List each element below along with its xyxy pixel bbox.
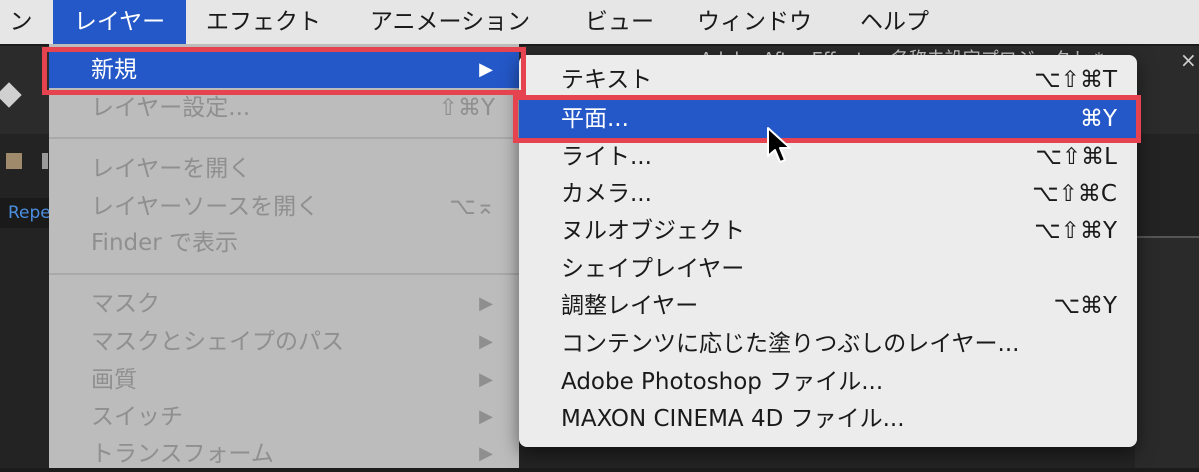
- menubar-item-view[interactable]: ビュー: [585, 0, 665, 44]
- menu-item-layer-settings[interactable]: レイヤー設定... ⇧⌘Y: [49, 90, 519, 126]
- submenu-item-label: 調整レイヤー: [561, 293, 699, 319]
- menu-bar: ン レイヤー エフェクト アニメーション ビュー ウィンドウ ヘルプ: [0, 0, 1199, 44]
- submenu-arrow-icon: ▶: [479, 293, 493, 314]
- menu-item-label: レイヤー設定...: [91, 95, 251, 121]
- menu-item-label: スイッチ: [91, 404, 183, 430]
- menubar-item-help[interactable]: ヘルプ: [860, 0, 945, 44]
- menu-item-label: レイヤーを開く: [91, 156, 252, 182]
- menubar-item-composition[interactable]: ン: [0, 0, 42, 44]
- submenu-item-shortcut: ⌥⇧⌘T: [1034, 67, 1117, 93]
- menu-item-mask-and-shape-path[interactable]: マスクとシェイプのパス ▶: [49, 324, 519, 360]
- menubar-item-effect[interactable]: エフェクト: [206, 0, 336, 44]
- submenu-item-label: ライト...: [561, 144, 652, 170]
- menu-item-transform[interactable]: トランスフォーム ▶: [49, 436, 519, 472]
- menubar-item-window[interactable]: ウィンドウ: [697, 0, 827, 44]
- submenu-arrow-icon: ▶: [479, 369, 493, 390]
- menu-item-open-layer-source[interactable]: レイヤーソースを開く ⌥⌅: [49, 189, 519, 225]
- highlight-frame-new: [42, 47, 526, 95]
- submenu-item-shortcut: ⌥⇧⌘C: [1032, 181, 1117, 207]
- menubar-item-layer[interactable]: レイヤー: [53, 0, 186, 44]
- submenu-item-photoshop-file[interactable]: Adobe Photoshop ファイル...: [519, 363, 1137, 401]
- submenu-item-camera[interactable]: カメラ... ⌥⇧⌘C: [519, 175, 1137, 213]
- submenu-item-label: MAXON CINEMA 4D ファイル...: [561, 406, 905, 432]
- close-icon[interactable]: ×: [1180, 48, 1197, 72]
- menu-item-open-layer[interactable]: レイヤーを開く: [49, 151, 519, 187]
- arrow-cursor-icon: [767, 127, 791, 163]
- panel-tab[interactable]: Repe: [0, 198, 56, 228]
- menu-item-reveal-in-finder[interactable]: Finder で表示: [49, 225, 519, 261]
- submenu-item-label: カメラ...: [561, 181, 652, 207]
- menu-item-switches[interactable]: スイッチ ▶: [49, 399, 519, 435]
- menubar-item-animation[interactable]: アニメーション: [370, 0, 555, 44]
- menu-item-mask[interactable]: マスク ▶: [49, 286, 519, 322]
- submenu-item-label: ヌルオブジェクト: [561, 218, 745, 244]
- side-panel: [1135, 238, 1199, 468]
- submenu-item-label: コンテンツに応じた塗りつぶしのレイヤー...: [561, 331, 1020, 357]
- label-color-swatch: [6, 153, 22, 169]
- highlight-frame-solid: [513, 95, 1141, 143]
- submenu-item-label: テキスト: [561, 67, 653, 93]
- submenu-arrow-icon: ▶: [479, 443, 493, 464]
- lock-icon: [42, 153, 48, 169]
- menu-item-quality[interactable]: 画質 ▶: [49, 362, 519, 398]
- submenu-item-label: Adobe Photoshop ファイル...: [561, 369, 884, 395]
- submenu-item-shortcut: ⌥⇧⌘Y: [1034, 218, 1117, 244]
- submenu-arrow-icon: ▶: [479, 406, 493, 427]
- submenu-arrow-icon: ▶: [479, 331, 493, 352]
- submenu-item-shortcut: ⌥⌘Y: [1053, 293, 1117, 319]
- submenu-item-adjustment-layer[interactable]: 調整レイヤー ⌥⌘Y: [519, 287, 1137, 325]
- submenu-item-label: シェイプレイヤー: [561, 256, 745, 282]
- menu-item-label: トランスフォーム: [91, 441, 274, 467]
- submenu-item-cinema4d-file[interactable]: MAXON CINEMA 4D ファイル...: [519, 400, 1137, 438]
- menu-item-label: 画質: [91, 367, 137, 393]
- submenu-item-shape-layer[interactable]: シェイプレイヤー: [519, 250, 1137, 288]
- menu-item-label: Finder で表示: [91, 230, 239, 256]
- submenu-item-null-object[interactable]: ヌルオブジェクト ⌥⇧⌘Y: [519, 212, 1137, 250]
- menu-item-shortcut: ⇧⌘Y: [438, 95, 495, 121]
- submenu-item-text[interactable]: テキスト ⌥⇧⌘T: [519, 61, 1137, 99]
- menu-item-label: マスクとシェイプのパス: [91, 329, 344, 355]
- menu-separator: [49, 273, 519, 275]
- submenu-item-shortcut: ⌥⇧⌘L: [1035, 144, 1117, 170]
- menu-item-label: レイヤーソースを開く: [91, 194, 320, 220]
- menu-item-shortcut: ⌥⌅: [449, 194, 495, 220]
- submenu-item-content-aware-fill-layer[interactable]: コンテンツに応じた塗りつぶしのレイヤー...: [519, 325, 1137, 363]
- menu-item-label: マスク: [91, 291, 160, 317]
- menu-separator: [49, 137, 519, 139]
- layer-menu: 新規 ▶ レイヤー設定... ⇧⌘Y レイヤーを開く レイヤーソースを開く ⌥⌅…: [49, 44, 519, 468]
- submenu-item-light[interactable]: ライト... ⌥⇧⌘L: [519, 138, 1137, 176]
